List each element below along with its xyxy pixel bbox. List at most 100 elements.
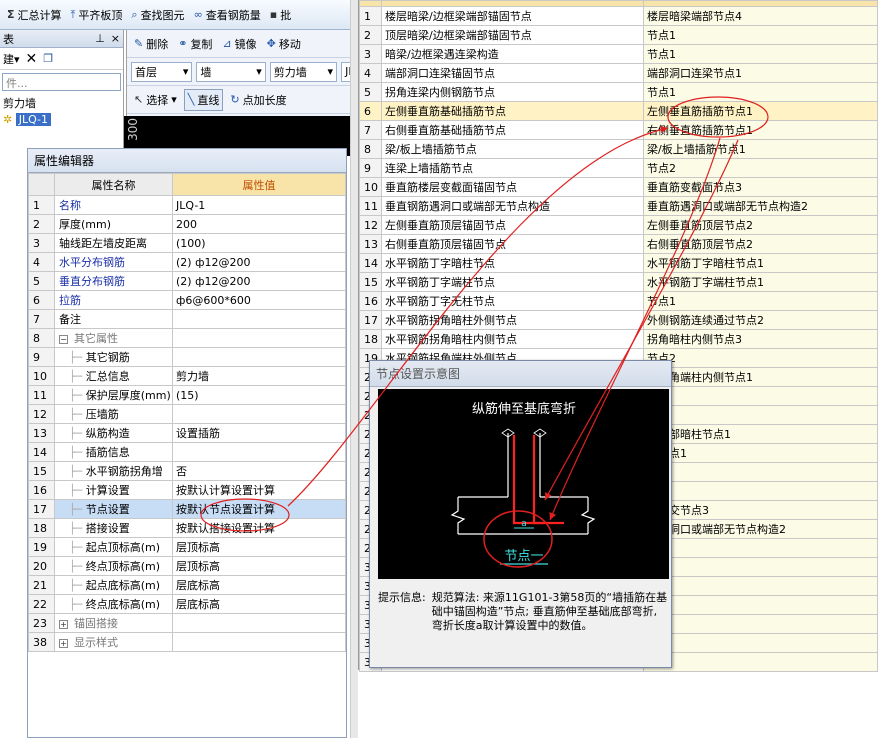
- property-row[interactable]: 21 ├─ 起点底标高(m) 层底标高: [28, 575, 346, 595]
- property-row[interactable]: 15 ├─ 水平钢筋拐角增否: [28, 461, 346, 481]
- node-value[interactable]: 筋端部暗柱节点1: [643, 424, 878, 444]
- property-row[interactable]: 38 + 显示样式: [28, 632, 346, 652]
- node-row[interactable]: 1 楼层暗梁/边框梁端部锚固节点 楼层暗梁端部节点4: [359, 6, 878, 26]
- property-value[interactable]: [172, 404, 346, 424]
- move-button[interactable]: ✥ 移动: [264, 34, 304, 54]
- property-value[interactable]: (2) ф12@200: [172, 252, 346, 272]
- node-row[interactable]: 7 右侧垂直筋基础插筋节点 右侧垂直筋插筋节点1: [359, 120, 878, 140]
- node-row[interactable]: 16 水平钢筋丁字无柱节点 节点1: [359, 291, 878, 311]
- property-value[interactable]: [172, 632, 346, 652]
- property-value[interactable]: [172, 309, 346, 329]
- property-row[interactable]: 9 ├─ 其它钢筋: [28, 347, 346, 367]
- property-value[interactable]: 设置插筋: [172, 423, 346, 443]
- node-row[interactable]: 14 水平钢筋丁字暗柱节点 水平钢筋丁字暗柱节点1: [359, 253, 878, 273]
- node-value[interactable]: [643, 462, 878, 482]
- node-value[interactable]: [643, 386, 878, 406]
- property-value[interactable]: 层顶标高: [172, 537, 346, 557]
- property-value[interactable]: (100): [172, 233, 346, 253]
- property-row[interactable]: 19 ├─ 起点顶标高(m) 层顶标高: [28, 537, 346, 557]
- node-value[interactable]: 置: [643, 652, 878, 672]
- node-value[interactable]: 外侧钢筋连续通过节点2: [643, 310, 878, 330]
- node-value[interactable]: [643, 614, 878, 634]
- node-value[interactable]: [643, 633, 878, 653]
- node-value[interactable]: 水平钢筋丁字暗柱节点1: [643, 253, 878, 273]
- node-row[interactable]: 18 水平钢筋拐角暗柱内侧节点 拐角暗柱内侧节点3: [359, 329, 878, 349]
- property-row[interactable]: 18 ├─ 搭接设置 按默认搭接设置计算: [28, 518, 346, 538]
- node-row[interactable]: 10 垂直筋楼层变截面锚固节点 垂直筋变截面节点3: [359, 177, 878, 197]
- property-row[interactable]: 22 ├─ 终点底标高(m) 层底标高: [28, 594, 346, 614]
- delete-component-icon[interactable]: ✕: [26, 51, 38, 67]
- node-value[interactable]: [643, 557, 878, 577]
- copy-component-icon[interactable]: ❐: [43, 52, 53, 65]
- property-row[interactable]: 16 ├─ 计算设置 按默认计算设置计算: [28, 480, 346, 500]
- property-value[interactable]: [172, 442, 346, 462]
- node-value[interactable]: [643, 595, 878, 615]
- expand-icon[interactable]: +: [59, 619, 68, 629]
- property-row[interactable]: 3 轴线距左墙皮距离 (100): [28, 233, 346, 253]
- property-value[interactable]: 200: [172, 214, 346, 234]
- node-value[interactable]: 节点1: [643, 291, 878, 311]
- node-value[interactable]: 水平钢筋丁字端柱节点1: [643, 272, 878, 292]
- node-value[interactable]: 楼层暗梁端部节点4: [643, 6, 878, 26]
- property-value[interactable]: [172, 328, 346, 348]
- node-value[interactable]: 右侧垂直筋顶层节点2: [643, 234, 878, 254]
- node-value[interactable]: 端部洞口连梁节点1: [643, 63, 878, 83]
- property-row[interactable]: 11 ├─ 保护层厚度(mm) (15): [28, 385, 346, 405]
- property-row[interactable]: 13 ├─ 纵筋构造 设置插筋: [28, 423, 346, 443]
- node-value[interactable]: 左侧垂直筋插筋节点1: [643, 101, 878, 121]
- property-value[interactable]: (2) ф12@200: [172, 271, 346, 291]
- delete-button[interactable]: ✎ 删除: [131, 34, 171, 54]
- node-value[interactable]: [643, 405, 878, 425]
- node-value[interactable]: 柱节点1: [643, 443, 878, 463]
- component-search-input[interactable]: 件...: [2, 73, 121, 91]
- node-value[interactable]: 梁/板上墙插筋节点1: [643, 139, 878, 159]
- property-value[interactable]: 层顶标高: [172, 556, 346, 576]
- new-component-button[interactable]: 建▾: [3, 51, 20, 67]
- node-row[interactable]: 15 水平钢筋丁字端柱节点 水平钢筋丁字端柱节点1: [359, 272, 878, 292]
- tree-group-shear-wall[interactable]: 剪力墙: [3, 96, 120, 112]
- property-value[interactable]: (15): [172, 385, 346, 405]
- node-value[interactable]: 拐角暗柱内侧节点3: [643, 329, 878, 349]
- node-value[interactable]: 节点2: [643, 348, 878, 368]
- node-value[interactable]: 筋拐角端柱内侧节点1: [643, 367, 878, 387]
- node-row[interactable]: 13 右侧垂直筋顶层锚固节点 右侧垂直筋顶层节点2: [359, 234, 878, 254]
- property-row[interactable]: 4 水平分布钢筋 (2) ф12@200: [28, 252, 346, 272]
- align-top-button[interactable]: ⤒ 平齐板顶: [68, 5, 126, 25]
- property-row[interactable]: 6 拉筋 ф6@600*600: [28, 290, 346, 310]
- node-row[interactable]: 5 拐角连梁内侧钢筋节点 节点1: [359, 82, 878, 102]
- property-value[interactable]: JLQ-1: [172, 195, 346, 215]
- category-select[interactable]: 墙 ▾: [196, 61, 266, 82]
- close-icon[interactable]: ×: [111, 32, 120, 45]
- property-row[interactable]: 2 厚度(mm) 200: [28, 214, 346, 234]
- property-value[interactable]: 剪力墙: [172, 366, 346, 386]
- node-value[interactable]: [643, 538, 878, 558]
- type-select[interactable]: 剪力墙 ▾: [269, 61, 338, 82]
- property-value[interactable]: 否: [172, 461, 346, 481]
- select-button[interactable]: ↖ 选择 ▾: [131, 90, 180, 110]
- more-button[interactable]: ▪ 批: [267, 5, 294, 25]
- line-button[interactable]: ╲ 直线: [183, 88, 224, 111]
- property-value[interactable]: 层底标高: [172, 575, 346, 595]
- node-row[interactable]: 6 左侧垂直筋基础插筋节点 左侧垂直筋插筋节点1: [359, 101, 878, 121]
- point-length-button[interactable]: ↻ 点加长度: [227, 90, 289, 110]
- property-value[interactable]: [172, 613, 346, 633]
- node-row[interactable]: 12 左侧垂直筋顶层锚固节点 左侧垂直筋顶层节点2: [359, 215, 878, 235]
- node-row[interactable]: 17 水平钢筋拐角暗柱外侧节点 外侧钢筋连续通过节点2: [359, 310, 878, 330]
- node-row[interactable]: 8 梁/板上墙插筋节点 梁/板上墙插筋节点1: [359, 139, 878, 159]
- node-value[interactable]: 节点1: [643, 82, 878, 102]
- property-row[interactable]: 23 + 锚固搭接: [28, 613, 346, 633]
- expand-icon[interactable]: +: [59, 638, 68, 648]
- node-value[interactable]: 右侧垂直筋插筋节点1: [643, 120, 878, 140]
- property-row[interactable]: 12 ├─ 压墙筋: [28, 404, 346, 424]
- property-row[interactable]: 8− 其它属性: [28, 328, 346, 348]
- node-value[interactable]: 节点1: [643, 25, 878, 45]
- mirror-button[interactable]: ⊿ 镜像: [219, 34, 259, 54]
- property-value[interactable]: 层底标高: [172, 594, 346, 614]
- node-value[interactable]: 筋斜交节点3: [643, 500, 878, 520]
- property-value[interactable]: 按默认计算设置计算: [172, 480, 346, 500]
- node-value[interactable]: 垂直筋遇洞口或端部无节点构造2: [643, 196, 878, 216]
- node-row[interactable]: 4 端部洞口连梁锚固节点 端部洞口连梁节点1: [359, 63, 878, 83]
- node-row[interactable]: 11 垂直钢筋遇洞口或端部无节点构造 垂直筋遇洞口或端部无节点构造2: [359, 196, 878, 216]
- property-row[interactable]: 1 名称 JLQ-1: [28, 195, 346, 215]
- property-value[interactable]: [172, 347, 346, 367]
